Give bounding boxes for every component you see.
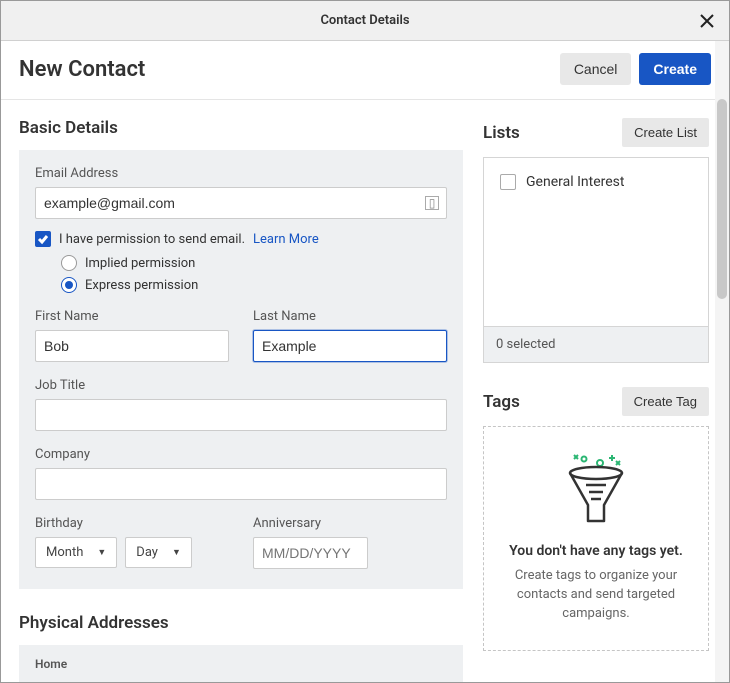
lists-box: General Interest 0 selected xyxy=(483,157,709,363)
close-icon[interactable] xyxy=(697,11,717,31)
sub-header: New Contact Cancel Create xyxy=(1,41,729,100)
birthday-field: Birthday Month ▼ Day ▼ xyxy=(35,516,229,569)
last-name-label: Last Name xyxy=(253,309,447,324)
last-name-field: Last Name xyxy=(253,309,447,362)
create-list-button[interactable]: Create List xyxy=(622,118,709,147)
basic-details-box: Email Address ▯ I have permission to sen… xyxy=(19,150,463,589)
implied-label: Implied permission xyxy=(85,256,195,271)
home-label: Home xyxy=(35,657,447,671)
express-label: Express permission xyxy=(85,278,198,293)
month-value: Month xyxy=(46,545,83,560)
list-item-checkbox[interactable] xyxy=(500,174,516,190)
create-tag-button[interactable]: Create Tag xyxy=(622,387,709,416)
learn-more-link[interactable]: Learn More xyxy=(253,232,319,247)
header-actions: Cancel Create xyxy=(560,53,711,85)
date-row: Birthday Month ▼ Day ▼ xyxy=(35,516,447,569)
anniversary-field: Anniversary xyxy=(253,516,447,569)
tags-empty-text: Create tags to organize your contacts an… xyxy=(500,567,692,624)
basic-details-title: Basic Details xyxy=(19,118,463,138)
tags-empty-box: You don't have any tags yet. Create tags… xyxy=(483,426,709,651)
lists-items: General Interest xyxy=(484,158,708,326)
list-item: General Interest xyxy=(500,174,692,190)
first-name-field: First Name xyxy=(35,309,229,362)
physical-address-box: Home Address Line 1 Address Line 2 xyxy=(19,645,463,683)
birthday-label: Birthday xyxy=(35,516,229,531)
implied-radio[interactable] xyxy=(61,255,77,271)
permission-text: I have permission to send email. xyxy=(59,232,245,247)
job-title-input[interactable] xyxy=(35,399,447,431)
email-input[interactable] xyxy=(35,187,447,219)
lists-selected-count: 0 selected xyxy=(484,326,708,362)
funnel-icon xyxy=(500,449,692,529)
permission-radio-group: Implied permission Express permission xyxy=(61,255,447,293)
permission-row: I have permission to send email. Learn M… xyxy=(35,231,447,247)
company-input[interactable] xyxy=(35,468,447,500)
modal-body: Basic Details Email Address ▯ I have per… xyxy=(1,100,729,683)
page-title: New Contact xyxy=(19,57,145,82)
last-name-input[interactable] xyxy=(253,330,447,362)
name-row: First Name Last Name xyxy=(35,309,447,362)
birthday-month-select[interactable]: Month ▼ xyxy=(35,537,117,568)
right-column: Lists Create List General Interest 0 sel… xyxy=(479,100,729,683)
job-title-field: Job Title xyxy=(35,378,447,431)
job-title-label: Job Title xyxy=(35,378,447,393)
cancel-button[interactable]: Cancel xyxy=(560,53,632,85)
contact-card-icon[interactable]: ▯ xyxy=(425,196,439,210)
company-field: Company xyxy=(35,447,447,500)
email-row: ▯ xyxy=(35,187,447,219)
chevron-down-icon: ▼ xyxy=(172,547,181,558)
lists-section: Lists Create List General Interest 0 sel… xyxy=(483,118,709,363)
contact-details-modal: Contact Details New Contact Cancel Creat… xyxy=(0,0,730,683)
physical-addresses-title: Physical Addresses xyxy=(19,613,463,633)
anniversary-input[interactable] xyxy=(253,537,368,569)
scrollbar-thumb[interactable] xyxy=(717,99,727,299)
express-row: Express permission xyxy=(61,277,447,293)
list-item-label: General Interest xyxy=(526,174,624,190)
left-column: Basic Details Email Address ▯ I have per… xyxy=(1,100,479,683)
chevron-down-icon: ▼ xyxy=(97,547,106,558)
day-value: Day xyxy=(136,545,158,560)
express-radio[interactable] xyxy=(61,277,77,293)
company-label: Company xyxy=(35,447,447,462)
email-label: Email Address xyxy=(35,166,447,181)
tags-empty-title: You don't have any tags yet. xyxy=(500,543,692,559)
modal-header: Contact Details xyxy=(1,1,729,41)
modal-title: Contact Details xyxy=(320,13,409,28)
first-name-label: First Name xyxy=(35,309,229,324)
anniversary-label: Anniversary xyxy=(253,516,447,531)
birthday-day-select[interactable]: Day ▼ xyxy=(125,537,192,568)
tags-section: Tags Create Tag xyxy=(483,387,709,651)
permission-checkbox[interactable] xyxy=(35,231,51,247)
create-button[interactable]: Create xyxy=(639,53,711,85)
lists-title: Lists xyxy=(483,123,520,143)
first-name-input[interactable] xyxy=(35,330,229,362)
tags-title: Tags xyxy=(483,392,520,412)
implied-row: Implied permission xyxy=(61,255,447,271)
